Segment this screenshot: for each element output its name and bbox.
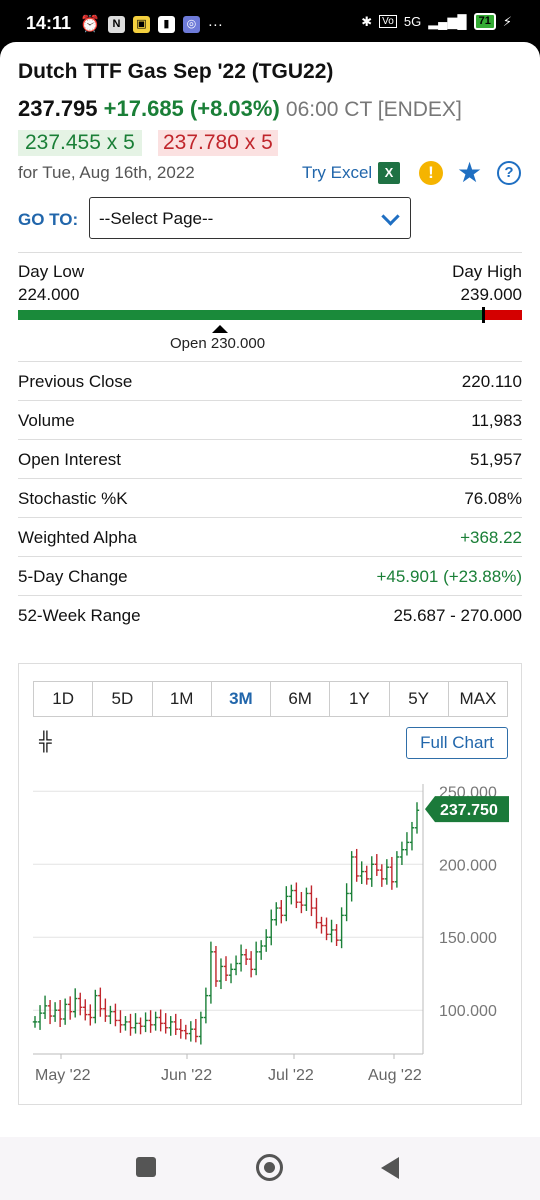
price-line: 237.795 +17.685 (+8.03%) 06:00 CT [ENDEX… [18, 96, 462, 122]
charging-icon: ⚡ [502, 13, 512, 29]
goto-label: GO TO: [18, 210, 79, 229]
y-tick-label: 200.000 [439, 857, 497, 874]
open-label: Open 230.000 [170, 335, 266, 352]
bluetooth-icon: ✱ [361, 13, 373, 29]
stat-row: Stochastic %K 76.08% [18, 478, 522, 518]
x-tick-label: Jul '22 [268, 1067, 314, 1084]
price-chart: 250.000200.000150.000100.000May '22 Jun '… [32, 784, 509, 1084]
alert-icon[interactable]: ! [419, 161, 443, 185]
home-button[interactable] [256, 1154, 283, 1181]
chart-card: 1D 5D 1M 3M 6M 1Y 5Y MAX ╬ Full Chart 250.000 20… [18, 663, 522, 1105]
nfc-icon: N [107, 15, 125, 33]
stat-label: Volume [18, 411, 75, 430]
volte-icon: Vo [379, 15, 397, 28]
stat-row: 5-Day Change +45.901 (+23.88%) [18, 556, 522, 596]
bid-badge: 237.455 x 5 [18, 130, 142, 156]
stat-row: Open Interest 51,957 [18, 439, 522, 479]
stat-row: Weighted Alpha +368.22 [18, 517, 522, 557]
page-title: Dutch TTF Gas Sep '22 (TGU22) [18, 60, 334, 83]
try-excel-link[interactable]: Try Excel [302, 163, 372, 183]
tab-5d[interactable]: 5D [93, 682, 153, 716]
tab-6m[interactable]: 6M [271, 682, 331, 716]
more-icon: ··· [207, 15, 223, 33]
signal-icon: 5G [403, 14, 422, 29]
open-marker-icon [212, 325, 228, 333]
stat-label: Stochastic %K [18, 489, 128, 508]
star-icon[interactable]: ★ [457, 156, 482, 189]
battery-icon: 71 [473, 13, 496, 30]
stat-row: Previous Close 220.110 [18, 361, 522, 401]
stat-row: Volume 11,983 [18, 400, 522, 440]
day-low-label: Day Low [18, 262, 85, 281]
stat-row: 52-Week Range 25.687 - 270.000 [18, 595, 522, 635]
ask-badge: 237.780 x 5 [158, 130, 278, 156]
tab-max[interactable]: MAX [449, 682, 507, 716]
status-time: 14:11 [26, 13, 72, 33]
day-high-value: 239.000 [460, 285, 522, 304]
quote-sheet: Dutch TTF Gas Sep '22 (TGU22) 237.795 +1… [0, 42, 540, 1137]
day-range-bar [18, 307, 522, 323]
app-icon: ▮ [157, 15, 175, 33]
stat-label: Previous Close [18, 372, 133, 391]
quote-date: for Tue, Aug 16th, 2022 [18, 163, 195, 182]
alarm-icon: ⏰ [80, 16, 100, 33]
excel-icon[interactable]: X [378, 162, 400, 184]
stat-value: 76.08% [464, 489, 522, 508]
day-range-red [484, 310, 522, 320]
help-icon[interactable]: ? [497, 161, 521, 185]
stat-value: +45.901 (+23.88%) [376, 567, 522, 586]
page-select[interactable]: --Select Page-- [89, 197, 411, 239]
chart-range-tabs: 1D 5D 1M 3M 6M 1Y 5Y MAX [33, 681, 508, 717]
recents-button[interactable] [136, 1157, 156, 1177]
tab-1d[interactable]: 1D [34, 682, 94, 716]
current-price-marker [482, 307, 485, 323]
stat-label: Open Interest [18, 450, 122, 469]
stat-value: 11,983 [471, 411, 522, 430]
x-tick-label: May '22 [35, 1067, 91, 1084]
system-icons: ✱ Vo 5G ▂▄▆█ 71 ⚡ [361, 13, 512, 30]
x-tick-label: Aug '22 [368, 1067, 422, 1084]
stat-value: +368.22 [460, 528, 522, 547]
android-nav-bar [0, 1137, 540, 1200]
tab-1y[interactable]: 1Y [330, 682, 390, 716]
notification-icons: ⏰ N ▣ ▮ ◎ ··· [80, 14, 223, 34]
chevron-down-icon [381, 207, 400, 226]
stat-value: 25.687 - 270.000 [393, 606, 522, 625]
x-tick-label: Jun '22 [161, 1067, 212, 1084]
stat-value: 220.110 [461, 372, 522, 391]
stat-label: 52-Week Range [18, 606, 141, 625]
app-icon: ▣ [132, 15, 150, 33]
quote-time: 06:00 CT [ENDEX] [285, 98, 462, 121]
signal-bars-icon: ▂▄▆█ [428, 13, 467, 29]
y-tick-label: 150.000 [439, 930, 497, 947]
candlestick-icon[interactable]: ╬ [39, 731, 52, 752]
tab-3m[interactable]: 3M [212, 682, 271, 716]
price-change: +17.685 (+8.03%) [103, 96, 280, 121]
day-high-label: Day High [452, 262, 522, 281]
day-low-value: 224.000 [18, 285, 80, 304]
last-price: 237.795 [18, 96, 98, 121]
stat-label: Weighted Alpha [18, 528, 137, 547]
back-button[interactable] [381, 1157, 399, 1179]
last-price-label: 237.750 [440, 802, 498, 819]
full-chart-button[interactable]: Full Chart [406, 727, 508, 759]
page-select-value: --Select Page-- [99, 209, 214, 228]
y-tick-label: 100.000 [439, 1003, 497, 1020]
stat-label: 5-Day Change [18, 567, 128, 586]
tab-5y[interactable]: 5Y [390, 682, 449, 716]
status-bar: 14:11 ⏰ N ▣ ▮ ◎ ··· ✱ Vo 5G ▂▄▆█ 71 ⚡ [0, 0, 540, 46]
stat-value: 51,957 [470, 450, 522, 469]
divider [18, 252, 522, 253]
app-icon: ◎ [182, 15, 200, 33]
tab-1m[interactable]: 1M [153, 682, 212, 716]
